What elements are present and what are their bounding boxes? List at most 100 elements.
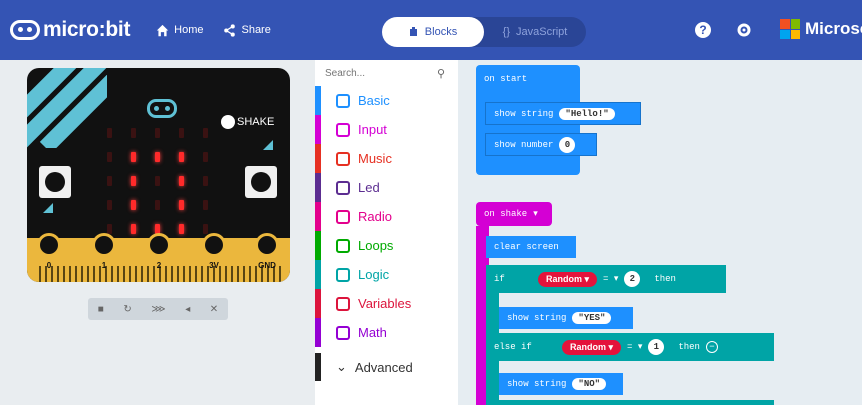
pin-1[interactable]: [92, 233, 116, 257]
edge-stripe: [189, 266, 191, 282]
led: [203, 152, 208, 162]
pin-label: 3V: [209, 261, 219, 270]
else-if-value[interactable]: 1: [648, 339, 665, 355]
stop-icon[interactable]: ■: [98, 304, 104, 315]
advanced-category[interactable]: ⌄ Advanced: [315, 353, 458, 381]
top-bar: micro:bit Home Share Blocks {} JavaScrip…: [0, 0, 862, 60]
led: [203, 128, 208, 138]
edge-stripe: [81, 266, 83, 282]
advanced-label: Advanced: [354, 359, 413, 375]
pin-3v[interactable]: [202, 233, 226, 257]
category-variables[interactable]: Variables: [315, 289, 458, 318]
shake-indicator-icon: [221, 115, 235, 129]
slowmo-icon[interactable]: ⋙: [151, 304, 165, 315]
pin-2[interactable]: [147, 233, 171, 257]
help-icon[interactable]: ?: [695, 22, 711, 38]
blocks-tab[interactable]: Blocks: [382, 17, 484, 47]
loop-arrow-icon: [336, 238, 350, 253]
edge-stripe: [183, 266, 185, 282]
show-string-yes-block[interactable]: show string "YES": [499, 307, 633, 329]
list-icon: [336, 296, 350, 311]
else-if-block[interactable]: else if Random ▾ = ▾ 1 then −: [486, 333, 774, 361]
category-led[interactable]: Led: [315, 173, 458, 202]
fullscreen-icon[interactable]: ✕: [210, 304, 218, 315]
clear-screen-block[interactable]: clear screen: [486, 236, 576, 258]
edge-stripe: [231, 266, 233, 282]
microsoft-logo-icon: [780, 19, 800, 39]
if-footer: [486, 400, 774, 405]
category-label: Variables: [358, 296, 412, 311]
gear-icon[interactable]: [736, 22, 752, 38]
show-string-block[interactable]: show string "Hello!": [485, 102, 641, 125]
home-button[interactable]: Home: [156, 24, 203, 37]
led: [107, 176, 112, 186]
blocks-workspace[interactable]: on start show string "Hello!" show numbe…: [458, 60, 862, 405]
button-b[interactable]: [245, 166, 277, 198]
dropdown-arrow-icon[interactable]: ▾: [533, 209, 538, 219]
category-loops[interactable]: Loops: [315, 231, 458, 260]
led: [179, 176, 184, 186]
random-label: Random: [570, 341, 606, 352]
microbit-logo[interactable]: micro:bit: [10, 18, 130, 42]
category-radio[interactable]: Radio: [315, 202, 458, 231]
equals-operator[interactable]: = ▾: [627, 342, 642, 352]
edge-stripe: [135, 266, 137, 282]
category-math[interactable]: Math: [315, 318, 458, 347]
yes-value[interactable]: "YES": [572, 312, 612, 324]
led: [131, 200, 136, 210]
search-icon[interactable]: ⚲: [437, 67, 445, 80]
random-dropdown[interactable]: Random ▾: [538, 271, 598, 287]
javascript-tab[interactable]: {} JavaScript: [484, 17, 586, 47]
signal-bars-icon: [336, 209, 350, 224]
show-string-label: show string: [494, 108, 554, 119]
random-dropdown[interactable]: Random ▾: [562, 339, 622, 355]
microbit-board: SHAKE 0 1 2 3V GND: [27, 68, 290, 282]
category-logic[interactable]: Logic: [315, 260, 458, 289]
string-value[interactable]: "Hello!": [559, 107, 615, 120]
number-value[interactable]: 0: [559, 136, 576, 153]
edge-stripe: [129, 266, 131, 282]
category-label: Logic: [358, 267, 390, 282]
search-input[interactable]: [325, 64, 450, 82]
pin-0[interactable]: [37, 233, 61, 257]
pin-label: 1: [101, 261, 107, 270]
edge-stripe: [123, 266, 125, 282]
category-label: Led: [358, 180, 380, 195]
remove-branch-icon[interactable]: −: [705, 341, 718, 353]
category-label: Radio: [358, 209, 392, 224]
triangle-b-icon: [263, 140, 273, 150]
category-label: Input: [358, 122, 387, 137]
edge-stripe: [177, 266, 179, 282]
eq-label: =: [627, 342, 633, 352]
show-string-label: show string: [507, 379, 567, 389]
pin-gnd[interactable]: [255, 233, 279, 257]
share-label: Share: [241, 24, 271, 36]
category-input[interactable]: Input: [315, 115, 458, 144]
equals-operator[interactable]: = ▾: [603, 274, 618, 284]
pin-label: 0: [46, 261, 52, 270]
show-string-no-block[interactable]: show string "NO": [499, 373, 623, 395]
brand-name: micro:bit: [43, 18, 131, 41]
led: [107, 200, 112, 210]
blocks-label: Blocks: [424, 26, 458, 38]
microsoft-logo[interactable]: Microsoft: [780, 19, 862, 39]
grid-icon: [336, 93, 350, 108]
no-value[interactable]: "NO": [572, 378, 607, 390]
led: [179, 128, 184, 138]
share-button[interactable]: Share: [223, 23, 271, 37]
led: [107, 152, 112, 162]
if-block[interactable]: if Random ▾ = ▾ 2 then: [486, 265, 726, 293]
pin-label: GND: [258, 261, 276, 270]
mute-icon[interactable]: ◂: [185, 304, 190, 315]
if-value[interactable]: 2: [624, 271, 641, 287]
simulator-panel: SHAKE 0 1 2 3V GND ■ ↻ ⋙ ◂ ✕: [0, 60, 315, 405]
toolbox: ⚲ Basic Input Music Led Radio Loops Logic Varia…: [315, 60, 458, 405]
edge-stripe: [249, 266, 251, 282]
category-music[interactable]: Music: [315, 144, 458, 173]
button-a[interactable]: [39, 166, 71, 198]
show-number-block[interactable]: show number 0: [485, 133, 597, 156]
shake-button[interactable]: SHAKE: [221, 115, 274, 129]
restart-icon[interactable]: ↻: [123, 304, 131, 315]
microbit-logo-icon: [10, 20, 40, 40]
category-basic[interactable]: Basic: [315, 86, 458, 115]
